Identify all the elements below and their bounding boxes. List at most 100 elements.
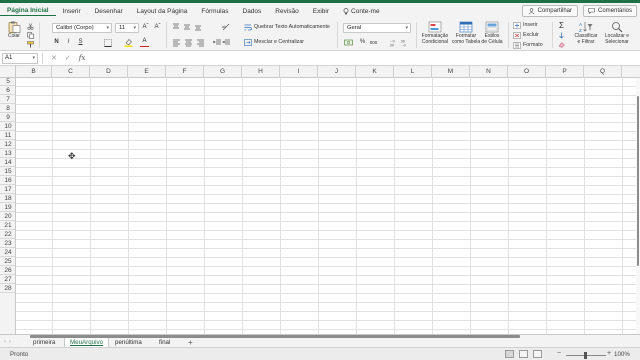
column-header-k[interactable]: K — [356, 66, 394, 78]
share-button[interactable]: Compartilhar — [521, 5, 578, 17]
sheet-tab-meuarquivo[interactable]: MeuArquivo — [64, 338, 110, 347]
row-header-27[interactable]: 27 — [0, 275, 15, 284]
row-header-28[interactable]: 28 — [0, 284, 15, 293]
italic-button[interactable]: I — [64, 38, 73, 47]
tab-view[interactable]: Exibir — [306, 8, 336, 15]
tab-insert[interactable]: Inserir — [56, 8, 88, 15]
column-header-n[interactable]: N — [470, 66, 508, 78]
tab-draw[interactable]: Desenhar — [88, 8, 130, 15]
column-header-c[interactable]: C — [52, 66, 90, 78]
vertical-scrollbar-thumb[interactable] — [637, 96, 639, 266]
column-header-g[interactable]: G — [204, 66, 242, 78]
format-painter-icon[interactable] — [27, 41, 34, 48]
tab-review[interactable]: Revisão — [268, 8, 305, 15]
page-layout-view-button[interactable] — [519, 350, 528, 358]
row-header-9[interactable]: 9 — [0, 113, 15, 122]
autosum-icon[interactable]: Σ — [557, 21, 566, 30]
formula-input[interactable] — [89, 53, 640, 64]
tab-formulas[interactable]: Fórmulas — [194, 8, 235, 15]
insert-cells-button[interactable]: Inserir — [523, 21, 538, 29]
column-header-m[interactable]: M — [432, 66, 470, 78]
underline-button[interactable]: S — [76, 38, 85, 47]
cell-grid[interactable] — [16, 78, 636, 334]
font-name-select[interactable]: Calibri (Corpo) ▾ — [52, 23, 112, 33]
merge-center-button[interactable]: Mesclar e Centralizar — [254, 38, 304, 46]
sort-filter-button[interactable]: AZ Classificar e Filtrar — [571, 21, 601, 45]
comma-style-button[interactable]: 000 — [369, 38, 378, 47]
font-size-select[interactable]: 11 ▾ — [115, 23, 139, 33]
row-header-15[interactable]: 15 — [0, 167, 15, 176]
zoom-in-button[interactable]: + — [607, 349, 611, 359]
column-header-b[interactable]: B — [16, 66, 52, 78]
percent-button[interactable]: % — [358, 38, 367, 47]
tab-data[interactable]: Dados — [236, 8, 269, 15]
row-header-8[interactable]: 8 — [0, 104, 15, 113]
column-header-l[interactable]: L — [394, 66, 432, 78]
cancel-icon[interactable]: ✕ — [51, 54, 57, 62]
row-header-7[interactable]: 7 — [0, 95, 15, 104]
row-header-10[interactable]: 10 — [0, 122, 15, 131]
column-header-o[interactable]: O — [508, 66, 546, 78]
insert-function-icon[interactable]: fx — [79, 54, 86, 62]
enter-icon[interactable]: ✓ — [65, 54, 71, 62]
increase-font-button[interactable]: Aˆ — [141, 23, 150, 32]
row-header-19[interactable]: 19 — [0, 203, 15, 212]
column-header-d[interactable]: D — [90, 66, 128, 78]
column-header-q[interactable]: Q — [584, 66, 622, 78]
conditional-formatting-button[interactable]: Formatação Condicional — [420, 21, 450, 45]
row-header-17[interactable]: 17 — [0, 185, 15, 194]
orientation-icon[interactable]: ab — [222, 23, 230, 31]
number-format-select[interactable]: Geral ▾ — [343, 23, 411, 33]
normal-view-button[interactable] — [505, 350, 514, 358]
wrap-text-button[interactable]: Quebrar Texto Automaticamente — [254, 23, 330, 31]
column-header-i[interactable]: I — [280, 66, 318, 78]
align-horizontal-icons[interactable] — [172, 39, 212, 47]
decrease-font-button[interactable]: Aˇ — [153, 23, 162, 32]
name-box[interactable]: A1 ▾ — [2, 52, 38, 64]
clear-icon[interactable] — [558, 41, 565, 48]
format-cells-button[interactable]: Formato — [523, 41, 543, 49]
delete-cells-button[interactable]: Excluir — [523, 31, 539, 39]
column-header-p[interactable]: P — [546, 66, 584, 78]
paste-button[interactable]: Colar — [4, 21, 24, 40]
row-header-14[interactable]: 14 — [0, 158, 15, 167]
select-all-corner[interactable] — [0, 66, 16, 78]
cut-icon[interactable] — [27, 23, 34, 30]
row-header-11[interactable]: 11 — [0, 131, 15, 140]
page-break-view-button[interactable] — [533, 350, 542, 358]
row-header-21[interactable]: 21 — [0, 221, 15, 230]
column-header-e[interactable]: E — [128, 66, 166, 78]
column-header-j[interactable]: J — [318, 66, 356, 78]
tab-page-layout[interactable]: Layout da Página — [130, 8, 195, 15]
sheet-tab-penultima[interactable]: penúltima — [110, 338, 147, 347]
align-vertical-icons[interactable] — [172, 23, 202, 31]
add-sheet-button[interactable]: + — [188, 338, 193, 347]
sheet-nav-arrows[interactable]: ‹› — [4, 339, 14, 345]
row-header-6[interactable]: 6 — [0, 86, 15, 95]
row-header-16[interactable]: 16 — [0, 176, 15, 185]
currency-icon[interactable] — [344, 39, 354, 47]
sheet-tab-final[interactable]: final — [154, 338, 175, 347]
comments-button[interactable]: Comentários — [582, 5, 637, 17]
row-header-22[interactable]: 22 — [0, 230, 15, 239]
copy-icon[interactable] — [27, 32, 34, 39]
sheet-tab-primeira[interactable]: primeira — [28, 338, 60, 347]
tab-home[interactable]: Página Inicial — [0, 7, 56, 16]
fill-color-icon[interactable] — [124, 38, 133, 47]
fill-icon[interactable] — [558, 32, 565, 39]
row-header-23[interactable]: 23 — [0, 239, 15, 248]
column-header-f[interactable]: F — [166, 66, 204, 78]
cell-styles-button[interactable]: Estilos de Célula — [480, 21, 504, 45]
find-select-button[interactable]: Localizar e Selecionar — [602, 21, 632, 45]
row-header-26[interactable]: 26 — [0, 266, 15, 275]
row-header-25[interactable]: 25 — [0, 257, 15, 266]
row-header-18[interactable]: 18 — [0, 194, 15, 203]
tell-me-search[interactable]: Conte-me — [336, 8, 387, 15]
indent-icons[interactable] — [213, 39, 231, 47]
row-header-5[interactable]: 5 — [0, 78, 15, 86]
row-header-12[interactable]: 12 — [0, 140, 15, 149]
row-header-24[interactable]: 24 — [0, 248, 15, 257]
column-header-h[interactable]: H — [242, 66, 280, 78]
zoom-out-button[interactable]: − — [557, 349, 561, 359]
row-header-13[interactable]: 13 — [0, 149, 15, 158]
